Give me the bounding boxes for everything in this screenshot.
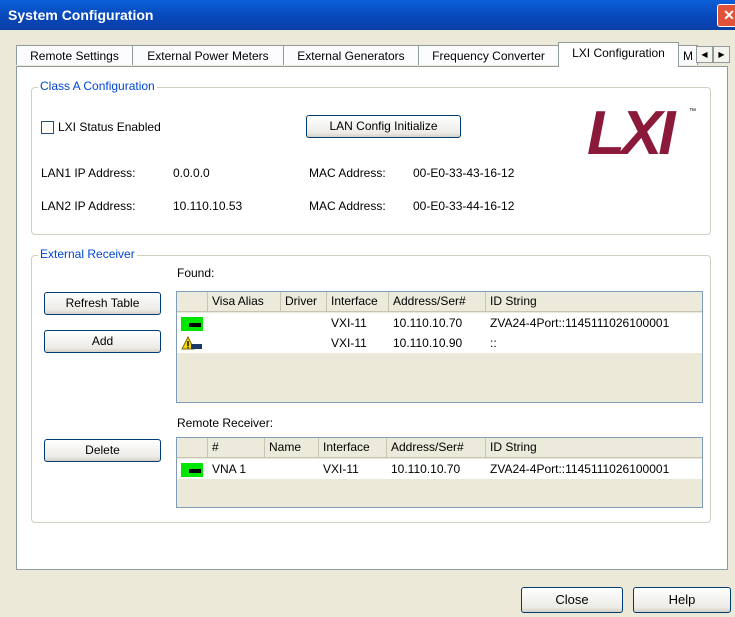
class-a-configuration-group: Class A Configuration LXI Status Enabled… [31, 79, 711, 235]
lan2-ip-value: 10.110.10.53 [173, 199, 243, 213]
tab-scroll-left-icon[interactable]: ◀ [696, 46, 713, 63]
found-col-address[interactable]: Address/Ser# [389, 292, 486, 312]
external-receiver-group-title: External Receiver [38, 247, 137, 261]
lan2-ip-label: LAN2 IP Address: [41, 199, 136, 213]
tab-frequency-converter[interactable]: Frequency Converter [418, 45, 559, 65]
remote-row1-address: 10.110.10.70 [387, 459, 461, 479]
status-ok-icon [181, 317, 203, 331]
found-row2-interface: VXI-11 [327, 333, 367, 353]
lan1-mac-value: 00-E0-33-43-16-12 [413, 166, 515, 180]
tab-strip: Remote Settings External Power Meters Ex… [16, 42, 732, 67]
remote-col-id-string[interactable]: ID String [486, 438, 702, 458]
status-ok-icon [181, 463, 203, 477]
remote-row1-interface: VXI-11 [319, 459, 359, 479]
lxi-status-enabled-checkbox[interactable] [41, 121, 54, 134]
close-button[interactable]: Close [521, 587, 623, 613]
lxi-logo-text: LXI [587, 99, 675, 168]
remote-receiver-label: Remote Receiver: [177, 416, 274, 430]
remote-row1-id-string: ZVA24-4Port::1145111026100001 [486, 459, 670, 479]
tab-scroll-right-icon[interactable]: ▶ [713, 46, 730, 63]
external-receiver-group: External Receiver Found: Refresh Table A… [31, 247, 711, 523]
lxi-logo: LXI ™ [587, 99, 697, 172]
delete-button[interactable]: Delete [44, 439, 161, 462]
tab-more[interactable]: M [678, 45, 698, 65]
found-row1-id-string: ZVA24-4Port::1145111026100001 [486, 313, 670, 333]
lan2-mac-label: MAC Address: [309, 199, 386, 213]
found-row2-id-string: :: [486, 333, 497, 353]
refresh-table-button[interactable]: Refresh Table [44, 292, 161, 315]
lan1-mac-label: MAC Address: [309, 166, 386, 180]
remote-receivers-table[interactable]: # Name Interface Address/Ser# ID String … [176, 437, 703, 508]
found-row1-address: 10.110.10.70 [389, 313, 463, 333]
window-close-button[interactable]: ✕ [717, 4, 735, 27]
found-col-visa-alias[interactable]: Visa Alias [208, 292, 281, 312]
window-title: System Configuration [8, 7, 154, 23]
lan1-ip-value: 0.0.0.0 [173, 166, 210, 180]
lan1-ip-label: LAN1 IP Address: [41, 166, 136, 180]
found-receivers-table[interactable]: Visa Alias Driver Interface Address/Ser#… [176, 291, 703, 403]
tab-scroll-arrows: ◀ ▶ [696, 46, 730, 63]
status-warning-icon [181, 335, 203, 352]
found-col-id-string[interactable]: ID String [486, 292, 702, 312]
found-label: Found: [177, 266, 215, 280]
remote-col-interface[interactable]: Interface [319, 438, 387, 458]
found-row2-address: 10.110.10.90 [389, 333, 463, 353]
tab-external-generators[interactable]: External Generators [283, 45, 419, 65]
table-row[interactable]: VXI-11 10.110.10.90 :: [177, 333, 702, 353]
title-bar: System Configuration ✕ [0, 0, 735, 30]
found-col-status[interactable] [177, 292, 208, 312]
found-col-interface[interactable]: Interface [327, 292, 389, 312]
tab-external-power-meters[interactable]: External Power Meters [132, 45, 284, 65]
table-row[interactable]: VXI-11 10.110.10.70 ZVA24-4Port::1145111… [177, 313, 702, 333]
found-row1-interface: VXI-11 [327, 313, 367, 333]
add-button[interactable]: Add [44, 330, 161, 353]
system-configuration-dialog: System Configuration ✕ Remote Settings E… [0, 0, 735, 617]
remote-col-address[interactable]: Address/Ser# [387, 438, 486, 458]
help-button[interactable]: Help [633, 587, 731, 613]
tab-lxi-configuration[interactable]: LXI Configuration [558, 42, 679, 67]
remote-row1-number: VNA 1 [208, 459, 247, 479]
remote-col-number[interactable]: # [208, 438, 265, 458]
tab-remote-settings[interactable]: Remote Settings [16, 45, 133, 65]
lan-config-initialize-button[interactable]: LAN Config Initialize [306, 115, 461, 138]
found-col-driver[interactable]: Driver [281, 292, 327, 312]
class-a-group-title: Class A Configuration [38, 79, 157, 93]
remote-col-status[interactable] [177, 438, 208, 458]
lxi-configuration-panel: Class A Configuration LXI Status Enabled… [16, 66, 728, 570]
lxi-logo-tm: ™ [689, 108, 696, 115]
lan2-mac-value: 00-E0-33-44-16-12 [413, 199, 515, 213]
remote-col-name[interactable]: Name [265, 438, 319, 458]
table-row[interactable]: VNA 1 VXI-11 10.110.10.70 ZVA24-4Port::1… [177, 459, 702, 479]
lxi-status-enabled-label: LXI Status Enabled [58, 120, 161, 134]
